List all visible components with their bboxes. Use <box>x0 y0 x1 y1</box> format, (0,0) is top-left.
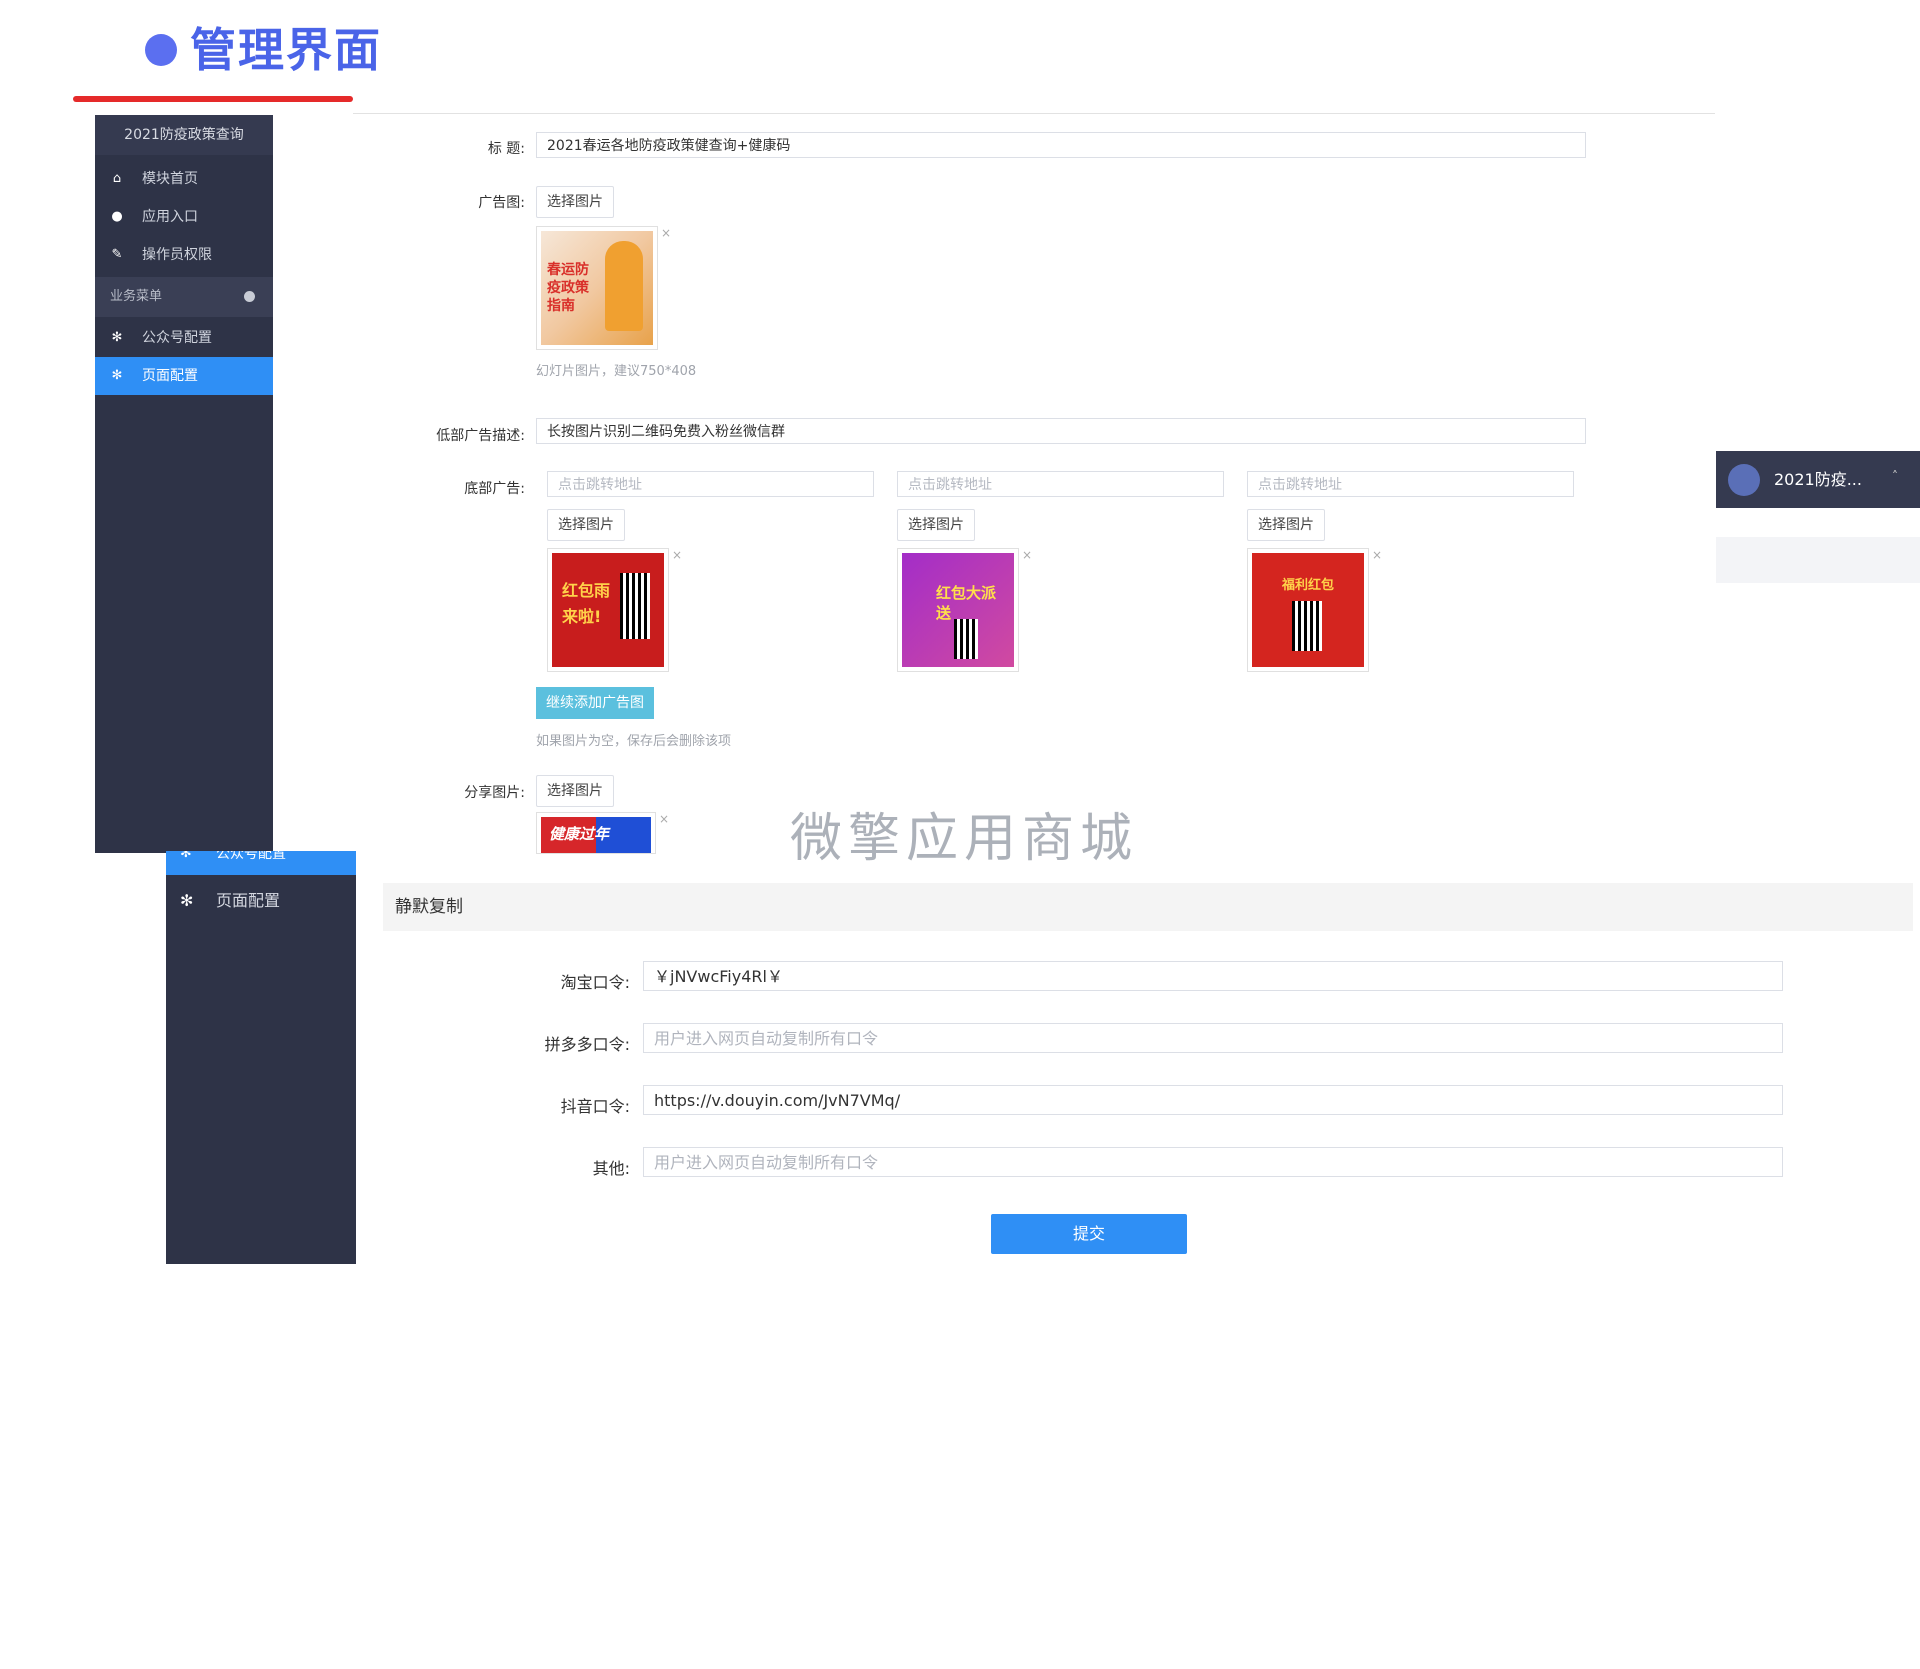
select-image-button[interactable]: 选择图片 <box>547 509 625 541</box>
title-input[interactable]: 2021春运各地防疫政策健查询+健康码 <box>536 132 1586 158</box>
other-command-input[interactable]: 用户进入网页自动复制所有口令 <box>643 1147 1783 1177</box>
section-title: 静默复制 <box>395 897 463 917</box>
submit-button[interactable]: 提交 <box>991 1214 1187 1254</box>
gear-icon: ✻ <box>111 368 123 383</box>
caret-up-icon: ˄ <box>1892 469 1898 483</box>
sidebar-section-label: 业务菜单 <box>110 289 163 304</box>
ad-image-label: 广告图: <box>478 195 525 211</box>
bottom-ad-thumbnail[interactable]: 红包大派送 <box>897 548 1019 672</box>
bottom-ad-label: 底部广告: <box>464 481 525 497</box>
gear-icon: ✻ <box>180 891 194 910</box>
page-title: 管理界面 <box>190 23 382 77</box>
sidebar-item-label: 模块首页 <box>142 171 198 187</box>
sidebar-item-operator-permissions[interactable]: ✎ 操作员权限 <box>95 236 273 274</box>
douyin-label: 抖音口令: <box>560 1097 630 1116</box>
qr-code-icon <box>1292 601 1322 651</box>
ad-image-hint: 幻灯片图片，建议750*408 <box>536 364 697 379</box>
remove-image-icon[interactable]: × <box>672 548 682 562</box>
home-icon: ⌂ <box>112 171 122 186</box>
qr-code-icon <box>954 619 978 659</box>
other-label: 其他: <box>592 1159 630 1178</box>
remove-image-icon[interactable]: × <box>1022 548 1032 562</box>
bottom-ad-thumbnail[interactable]: 红包雨来啦! <box>547 548 669 672</box>
qr-code-icon <box>620 573 650 639</box>
gear-icon: ✻ <box>180 851 192 861</box>
sidebar-item-app-entry[interactable]: ● 应用入口 <box>95 198 273 236</box>
remove-image-icon[interactable]: × <box>661 226 671 240</box>
sidebar-item-label: 页面配置 <box>142 368 198 384</box>
bottom-desc-label: 低部广告描述: <box>436 428 525 444</box>
share-image-label: 分享图片: <box>464 785 525 801</box>
sidebar-item-module-home[interactable]: ⌂ 模块首页 <box>95 160 273 198</box>
jump-url-input[interactable]: 点击跳转地址 <box>897 471 1224 497</box>
sidebar-item-page-config[interactable]: ✻ 页面配置 <box>95 357 273 395</box>
bottom-ad-thumbnail[interactable]: 福利红包 <box>1247 548 1369 672</box>
sidebar-item-label: 公众号配置 <box>216 851 286 862</box>
taobao-command-input[interactable]: ￥jNVwcFiy4Rl￥ <box>643 961 1783 991</box>
select-image-button[interactable]: 选择图片 <box>1247 509 1325 541</box>
add-ad-image-button[interactable]: 继续添加广告图 <box>536 687 654 719</box>
sidebar-item-label: 公众号配置 <box>142 330 212 346</box>
pinduoduo-label: 拼多多口令: <box>544 1035 630 1054</box>
ad-image-thumbnail[interactable]: 春运防疫政策指南 <box>536 226 658 350</box>
floating-app-tab[interactable]: 2021防疫... ˄ <box>1716 451 1920 508</box>
sidebar-title: 2021防疫政策查询 <box>95 115 273 155</box>
select-image-button[interactable]: 选择图片 <box>536 775 614 807</box>
watermark: 微擎应用商城 <box>790 809 1139 869</box>
select-image-button[interactable]: 选择图片 <box>897 509 975 541</box>
edit-icon: ✎ <box>111 247 123 262</box>
floating-tab-label: 2021防疫... <box>1774 470 1862 489</box>
douyin-command-input[interactable]: https://v.douyin.com/JvN7VMq/ <box>643 1085 1783 1115</box>
title-underline <box>73 96 353 102</box>
header-bullet <box>145 34 177 66</box>
jump-url-input[interactable]: 点击跳转地址 <box>547 471 874 497</box>
pinduoduo-command-input[interactable]: 用户进入网页自动复制所有口令 <box>643 1023 1783 1053</box>
sidebar-item-label: 应用入口 <box>142 209 198 225</box>
gear-icon: ✻ <box>111 330 123 345</box>
bottom-desc-input[interactable]: 长按图片识别二维码免费入粉丝微信群 <box>536 418 1586 444</box>
sidebar-item-label: 操作员权限 <box>142 247 212 263</box>
sidebar-item-page-config[interactable]: ✻ 页面配置 <box>166 881 356 921</box>
app-logo-icon <box>1728 464 1760 496</box>
sidebar-item-official-account-config[interactable]: ✻ 公众号配置 <box>95 319 273 357</box>
title-label: 标 题: <box>487 141 525 157</box>
floating-panel <box>1716 537 1920 583</box>
share-image-thumbnail[interactable]: 健康过年 <box>536 812 656 854</box>
sidebar-section-business-menu[interactable]: 业务菜单 <box>95 277 273 317</box>
toggle-icon <box>244 291 255 302</box>
sidebar-item-label: 页面配置 <box>216 891 281 910</box>
jump-url-input[interactable]: 点击跳转地址 <box>1247 471 1574 497</box>
ad-thumb-text: 春运防疫政策指南 <box>547 262 589 314</box>
sidebar-item-official-account-config[interactable]: ✻ 公众号配置 <box>166 851 356 875</box>
add-hint: 如果图片为空，保存后会删除该项 <box>536 734 732 749</box>
remove-image-icon[interactable]: × <box>659 812 669 826</box>
select-image-button[interactable]: 选择图片 <box>536 186 614 218</box>
remove-image-icon[interactable]: × <box>1372 548 1382 562</box>
bottom-ad-text: 红包雨来啦! <box>562 581 611 626</box>
silent-copy-header: 静默复制 <box>383 883 1913 931</box>
bottom-ad-text: 红包大派送 <box>936 584 997 622</box>
chat-icon: ● <box>111 209 123 224</box>
share-thumb-text: 健康过年 <box>549 825 610 843</box>
sidebar-secondary: ✻ 公众号配置 ✻ 页面配置 <box>166 851 356 1264</box>
taobao-label: 淘宝口令: <box>560 973 630 992</box>
divider <box>353 113 1715 114</box>
bottom-ad-text: 福利红包 <box>1281 578 1334 593</box>
sidebar: 2021防疫政策查询 ⌂ 模块首页 ● 应用入口 ✎ 操作员权限 业务菜单 ✻ … <box>95 115 273 853</box>
